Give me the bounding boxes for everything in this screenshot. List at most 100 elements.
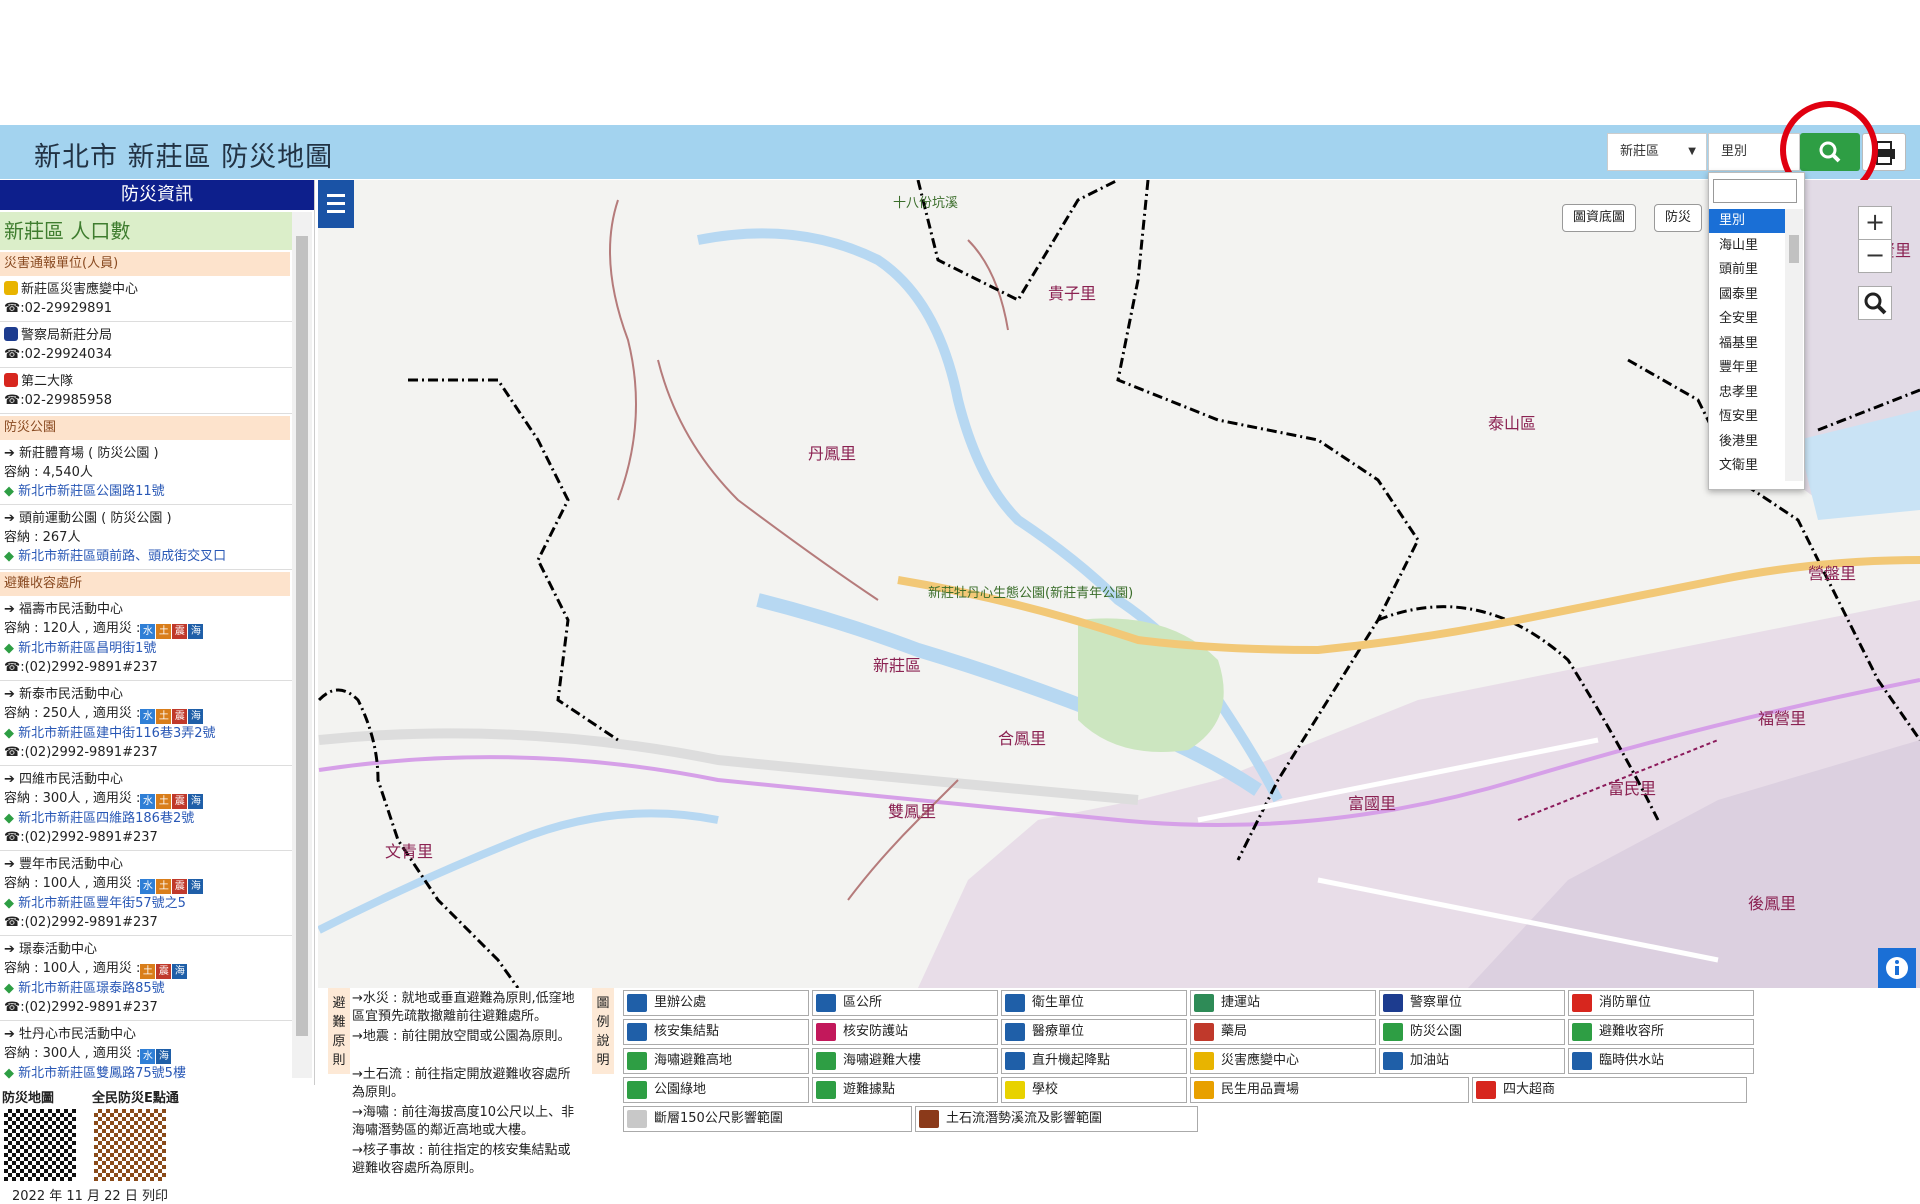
- hazard-tag: 海: [188, 709, 204, 724]
- zoom-in-button[interactable]: +: [1858, 206, 1892, 240]
- shelter-address[interactable]: 新北市新莊區昌明街1號: [18, 641, 156, 656]
- map-pin-icon: ◆: [4, 484, 19, 499]
- phone-icon: ☎: [4, 745, 21, 760]
- shelter-address[interactable]: 新北市新莊區四維路186巷2號: [18, 811, 194, 826]
- section-report-units: 災害通報單位(人員): [0, 252, 290, 276]
- arrow-circle-icon: ➔: [4, 1027, 20, 1042]
- legend-item-label: 四大超商: [1503, 1082, 1556, 1097]
- legend-symbol-icon: [816, 1052, 836, 1070]
- shelter-name: 新泰市民活動中心: [19, 687, 124, 702]
- legend-item: 遊難據點: [812, 1077, 998, 1103]
- park-address[interactable]: 新北市新莊區頭前路、頭成街交叉口: [18, 549, 226, 564]
- legend-item-label: 臨時供水站: [1599, 1053, 1665, 1068]
- district-select[interactable]: 新莊區 ▼: [1607, 133, 1707, 171]
- dropdown-option[interactable]: 海山里: [1709, 234, 1789, 258]
- shelter-phone: :(02)2992-9891#237: [20, 660, 158, 675]
- hazard-tag: 水: [140, 794, 156, 809]
- shelter-item[interactable]: ➔ 四維市民活動中心 容納 : 300人 , 適用災 : 水土震海 ◆ 新北市新莊區四…: [0, 766, 294, 851]
- shelter-address[interactable]: 新北市新莊區豐年街57號之5: [18, 896, 186, 911]
- legend-item-label: 藥局: [1221, 1024, 1248, 1039]
- dropdown-option[interactable]: 全安里: [1709, 307, 1789, 331]
- unit-item[interactable]: 第二大隊 ☎:02-29985958: [0, 368, 294, 414]
- sidebar-scrollbar-thumb[interactable]: [296, 236, 308, 1036]
- map-canvas[interactable]: 貴子里丹鳳里泰山區新莊區雙鳳里文青里合鳳里富國里富民里福營里營盤里貴賢里後鳳里新…: [318, 180, 1920, 988]
- unit-item[interactable]: 警察局新莊分局 ☎:02-29924034: [0, 322, 294, 368]
- park-capacity: 容納 : 267人: [4, 530, 81, 545]
- unit-name: 警察局新莊分局: [21, 328, 113, 343]
- shelter-item[interactable]: ➔ 牡丹心市民活動中心 容納 : 300人 , 適用災 : 水海 ◆ 新北市新莊區雙鳳…: [0, 1021, 294, 1085]
- page-title: 新北市 新莊區 防災地圖: [34, 142, 334, 173]
- dropdown-option[interactable]: 忠孝里: [1709, 381, 1789, 405]
- legend-item-label: 遊難據點: [843, 1082, 896, 1097]
- phone-icon: ☎: [4, 660, 21, 675]
- hazard-tag: 海: [156, 1049, 172, 1064]
- dropdown-option[interactable]: 豐年里: [1709, 356, 1789, 380]
- shelter-address[interactable]: 新北市新莊區雙鳳路75號5樓: [18, 1066, 186, 1081]
- legend-symbol-icon: [1572, 1052, 1592, 1070]
- hazard-tag: 土: [156, 794, 172, 809]
- shelter-capacity: 容納 : 100人 , 適用災 :: [4, 876, 141, 891]
- shelter-address[interactable]: 新北市新莊區建中街116巷3弄2號: [18, 726, 215, 741]
- phone-icon: ☎: [4, 301, 21, 316]
- dropdown-option[interactable]: 福基里: [1709, 332, 1789, 356]
- park-addr-row: ◆ 新北市新莊區頭前路、頭成街交叉口: [4, 547, 290, 566]
- shelter-name-row: ➔ 璟泰活動中心: [4, 940, 290, 959]
- park-item[interactable]: ➔ 新莊體育場 ( 防災公園 ) 容納 : 4,540人 ◆ 新北市新莊區公園路11…: [0, 440, 294, 505]
- shelter-phone-row: ☎:(02)2992-9891#237: [4, 998, 290, 1017]
- legend-symbol-icon: [1194, 1023, 1214, 1041]
- dropdown-option[interactable]: 頭前里: [1709, 258, 1789, 282]
- hazard-tag: 震: [172, 879, 188, 894]
- dropdown-option[interactable]: 後港里: [1709, 430, 1789, 454]
- shelter-phone-row: ☎:(02)2992-9891#237: [4, 658, 290, 677]
- map-label: 雙鳳里: [888, 802, 937, 821]
- hazard-tag: 海: [188, 794, 204, 809]
- dropdown-scrollbar-thumb[interactable]: [1789, 235, 1799, 263]
- village-search-input[interactable]: [1713, 179, 1797, 203]
- menu-toggle-button[interactable]: [318, 180, 354, 228]
- phone-icon: ☎: [4, 830, 21, 845]
- map-layer-button-disaster[interactable]: 防災: [1654, 204, 1703, 232]
- legend-symbol-icon: [1005, 994, 1025, 1012]
- map-layer-button-base[interactable]: 圖資底圖: [1562, 204, 1637, 232]
- legend-item-label: 防災公園: [1410, 1024, 1463, 1039]
- hazard-tag: 土: [156, 709, 172, 724]
- shelter-capacity-row: 容納 : 300人 , 適用災 :水海: [4, 1044, 290, 1064]
- shelter-item[interactable]: ➔ 福壽市民活動中心 容納 : 120人 , 適用災 : 水土震海 ◆ 新北市新莊區昌…: [0, 596, 294, 681]
- dropdown-option[interactable]: 國泰里: [1709, 283, 1789, 307]
- dropdown-option[interactable]: 恆安里: [1709, 405, 1789, 429]
- unit-phone: :02-29985958: [20, 393, 112, 408]
- dropdown-option[interactable]: 里別: [1709, 209, 1789, 233]
- dropdown-option[interactable]: 文衛里: [1709, 454, 1789, 478]
- arrow-circle-icon: ➔: [4, 942, 20, 957]
- legend-symbol-icon: [627, 994, 647, 1012]
- shelter-item[interactable]: ➔ 璟泰活動中心 容納 : 100人 , 適用災 : 土震海 ◆ 新北市新莊區璟泰路8…: [0, 936, 294, 1021]
- shelter-phone-row: ☎:(02)2992-9891#237: [4, 913, 290, 932]
- park-item[interactable]: ➔ 頭前運動公園 ( 防災公園 ) 容納 : 267人 ◆ 新北市新莊區頭前路、頭成…: [0, 505, 294, 570]
- legend-item-label: 民生用品賣場: [1221, 1082, 1300, 1097]
- legend-item-label: 土石流潛勢溪流及影響範圍: [946, 1111, 1103, 1126]
- rules-label: 避難原則: [328, 988, 350, 1074]
- legend-symbol-icon: [1572, 1023, 1592, 1041]
- shelter-item[interactable]: ➔ 豐年市民活動中心 容納 : 100人 , 適用災 : 水土震海 ◆ 新北市新莊區豐…: [0, 851, 294, 936]
- map-search-button[interactable]: [1858, 286, 1892, 320]
- info-button[interactable]: [1878, 948, 1916, 988]
- unit-name-row: 第二大隊: [4, 372, 290, 391]
- evacuation-rule: →地震 : 前往開放空間或公園為原則。: [352, 1029, 571, 1044]
- legend-symbol-icon: [1383, 1052, 1403, 1070]
- legend-item: 區公所: [812, 990, 998, 1016]
- legend-item-label: 避難收容所: [1599, 1024, 1665, 1039]
- shelter-name: 四維市民活動中心: [19, 772, 124, 787]
- park-address[interactable]: 新北市新莊區公園路11號: [18, 484, 165, 499]
- legend-item-label: 捷運站: [1221, 995, 1261, 1010]
- shelter-name: 牡丹心市民活動中心: [19, 1027, 137, 1042]
- map-pin-icon: ◆: [4, 726, 19, 741]
- zoom-out-button[interactable]: −: [1858, 239, 1892, 273]
- legend-symbol-icon: [1005, 1052, 1025, 1070]
- shelter-address[interactable]: 新北市新莊區璟泰路85號: [18, 981, 165, 996]
- unit-item[interactable]: 新莊區災害應變中心 ☎:02-29929891: [0, 276, 294, 322]
- shelter-capacity-row: 容納 : 250人 , 適用災 :水土震海: [4, 704, 290, 724]
- shelter-item[interactable]: ➔ 新泰市民活動中心 容納 : 250人 , 適用災 : 水土震海 ◆ 新北市新莊區建…: [0, 681, 294, 766]
- map-pin-icon: ◆: [4, 811, 19, 826]
- population-header[interactable]: 新莊區 人口數: [0, 212, 294, 250]
- qr-label-map: 防災地圖: [2, 1091, 55, 1106]
